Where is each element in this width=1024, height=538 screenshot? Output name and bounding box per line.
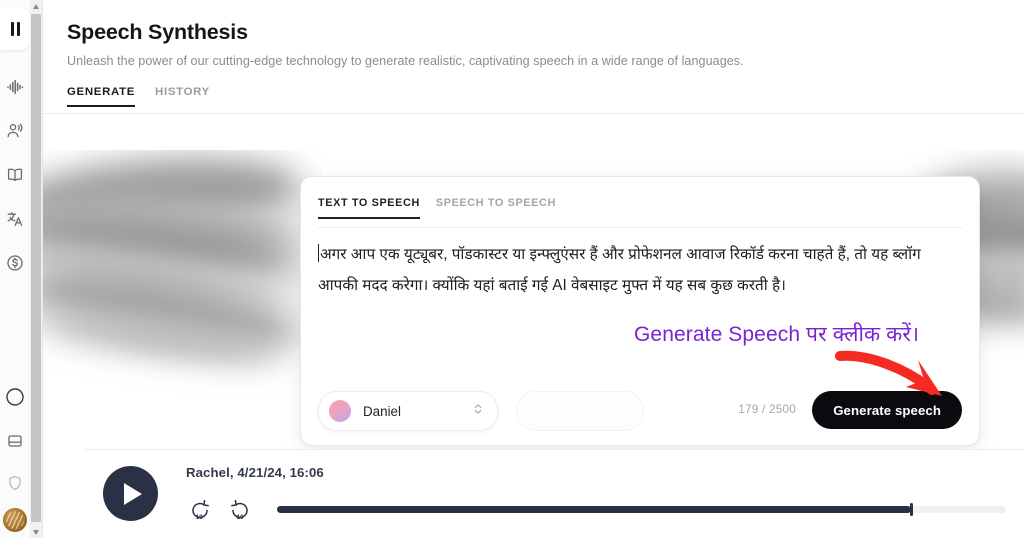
user-avatar[interactable] — [3, 508, 27, 532]
play-icon — [124, 482, 142, 505]
scroll-up-arrow-icon[interactable] — [30, 0, 42, 12]
shield-icon — [5, 473, 25, 493]
voices-people-icon — [5, 121, 25, 141]
voice-select-dropdown[interactable]: Daniel — [318, 391, 498, 431]
sidebar-item-audio-native[interactable] — [0, 426, 30, 456]
page-tabs: GENERATE HISTORY — [67, 86, 210, 107]
tab-speech-to-speech[interactable]: SPEECH TO SPEECH — [436, 197, 556, 219]
sidebar-item-dubbing[interactable] — [0, 204, 30, 234]
svg-text:10: 10 — [196, 514, 204, 521]
play-button[interactable] — [103, 466, 158, 521]
card-divider — [318, 227, 962, 228]
tab-history[interactable]: HISTORY — [155, 86, 210, 107]
page-content: Speech Synthesis Unleash the power of ou… — [42, 0, 1024, 538]
speech-synthesis-card: TEXT TO SPEECH SPEECH TO SPEECH अगर आप ए… — [300, 176, 980, 446]
progress-knob[interactable] — [909, 503, 913, 516]
svg-text:10: 10 — [237, 514, 245, 521]
card-icon — [5, 431, 25, 451]
page-header: Speech Synthesis Unleash the power of ou… — [42, 0, 1024, 115]
page-subtitle: Unleash the power of our cutting-edge te… — [67, 54, 744, 68]
generate-speech-button[interactable]: Generate speech — [812, 391, 962, 429]
translate-icon — [5, 209, 25, 229]
book-icon — [5, 165, 25, 185]
audio-player-bar: Rachel, 4/21/24, 16:06 10 10 — [84, 449, 1024, 538]
tab-text-to-speech[interactable]: TEXT TO SPEECH — [318, 197, 420, 219]
voice-avatar — [329, 400, 351, 422]
circle-icon — [4, 386, 26, 408]
sidebar-item-voice-library[interactable] — [0, 160, 30, 190]
decorative-wave-left — [42, 150, 322, 450]
app-root: Speech Synthesis Unleash the power of ou… — [0, 0, 1024, 538]
browser-scrollbar[interactable] — [30, 0, 43, 538]
sidebar-item-voices[interactable] — [0, 116, 30, 146]
tab-generate[interactable]: GENERATE — [67, 86, 136, 107]
chevron-up-down-icon — [473, 402, 483, 421]
progress-fill — [277, 506, 912, 513]
text-caret — [318, 244, 319, 262]
sidebar-item-projects[interactable] — [0, 382, 30, 412]
card-footer: Daniel 179 / 2500 Generate speech — [318, 391, 962, 431]
annotation-text: Generate Speech पर क्लीक करें। — [634, 323, 920, 346]
skip-back-10-icon[interactable]: 10 — [187, 496, 213, 522]
header-divider — [42, 113, 1024, 114]
voice-settings-control[interactable] — [516, 391, 644, 431]
dollar-circle-icon — [5, 253, 25, 273]
sidebar-rail — [0, 0, 31, 538]
voice-name-label: Daniel — [363, 403, 401, 419]
progress-slider[interactable] — [277, 503, 1006, 516]
sidebar-item-voice-captcha[interactable] — [0, 468, 30, 498]
pause-logo-icon[interactable] — [0, 8, 30, 50]
sidebar-item-subscription[interactable] — [0, 248, 30, 278]
text-input-area[interactable]: अगर आप एक यूट्यूबर, पॉडकास्टर या इन्फ्लु… — [318, 239, 962, 301]
scrollbar-thumb[interactable] — [31, 14, 41, 522]
pause-glyph — [10, 22, 20, 36]
editor-text: अगर आप एक यूट्यूबर, पॉडकास्टर या इन्फ्लु… — [318, 246, 921, 294]
scroll-down-arrow-icon[interactable] — [30, 526, 42, 538]
sidebar-item-speech-synthesis[interactable] — [0, 72, 30, 102]
card-tabs: TEXT TO SPEECH SPEECH TO SPEECH — [318, 197, 556, 219]
page-title: Speech Synthesis — [67, 20, 248, 44]
character-counter: 179 / 2500 — [738, 402, 796, 416]
track-title: Rachel, 4/21/24, 16:06 — [186, 465, 324, 480]
skip-forward-10-icon[interactable]: 10 — [227, 496, 253, 522]
waveform-icon — [5, 77, 25, 97]
